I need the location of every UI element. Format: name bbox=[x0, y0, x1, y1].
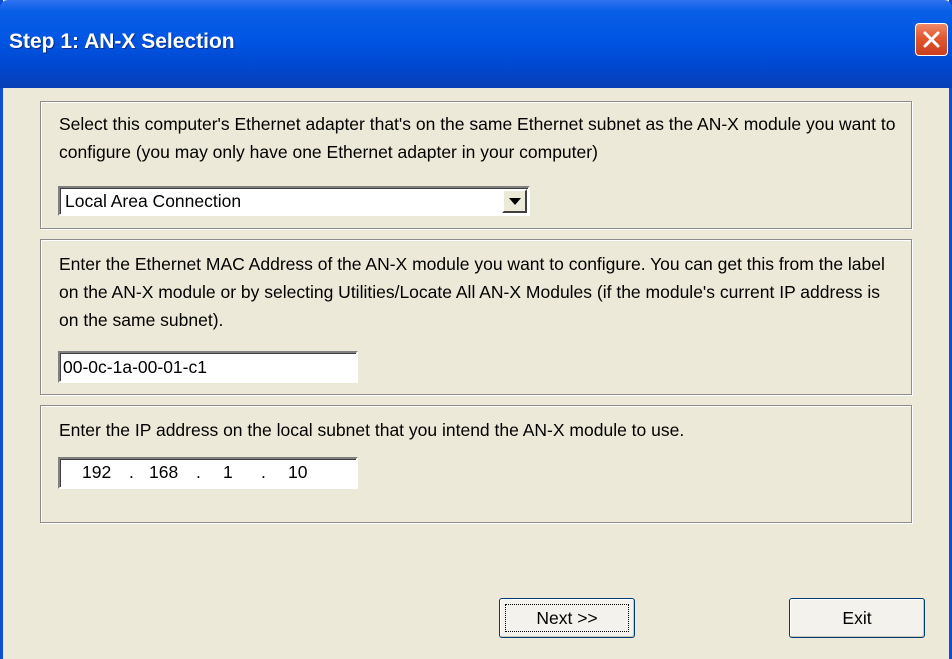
mac-group: Enter the Ethernet MAC Address of the AN… bbox=[40, 239, 912, 395]
dropdown-arrow-button[interactable] bbox=[502, 189, 527, 213]
adapter-description: Select this computer's Ethernet adapter … bbox=[59, 114, 896, 162]
chevron-down-icon bbox=[509, 198, 521, 205]
ip-address-input[interactable]: 192 . 168 . 1 . 10 bbox=[58, 457, 358, 489]
ip-octet-3[interactable]: 1 bbox=[223, 462, 233, 483]
ip-description: Enter the IP address on the local subnet… bbox=[59, 420, 685, 440]
ip-separator: . bbox=[261, 462, 266, 482]
mac-address-input[interactable] bbox=[58, 351, 358, 383]
ip-octet-1[interactable]: 192 bbox=[82, 462, 111, 483]
close-button[interactable] bbox=[915, 23, 948, 56]
title-bar[interactable]: Step 1: AN-X Selection bbox=[0, 0, 952, 88]
dialog-content: Select this computer's Ethernet adapter … bbox=[3, 88, 949, 659]
adapter-select[interactable]: Local Area Connection bbox=[58, 186, 530, 216]
ip-octet-4[interactable]: 10 bbox=[288, 462, 307, 483]
dialog-window: Step 1: AN-X Selection Select this compu… bbox=[0, 0, 952, 659]
close-icon bbox=[923, 31, 940, 48]
ip-octet-2[interactable]: 168 bbox=[149, 462, 178, 483]
ip-separator: . bbox=[196, 462, 201, 482]
ip-group: Enter the IP address on the local subnet… bbox=[40, 405, 912, 523]
exit-button[interactable]: Exit bbox=[789, 598, 925, 638]
next-button-label: Next >> bbox=[536, 608, 598, 628]
next-button[interactable]: Next >> bbox=[499, 598, 635, 638]
adapter-select-value: Local Area Connection bbox=[65, 191, 242, 211]
ip-separator: . bbox=[129, 462, 134, 482]
exit-button-label: Exit bbox=[842, 608, 872, 628]
mac-description: Enter the Ethernet MAC Address of the AN… bbox=[59, 254, 885, 330]
adapter-group: Select this computer's Ethernet adapter … bbox=[40, 101, 912, 229]
window-title: Step 1: AN-X Selection bbox=[9, 30, 235, 53]
